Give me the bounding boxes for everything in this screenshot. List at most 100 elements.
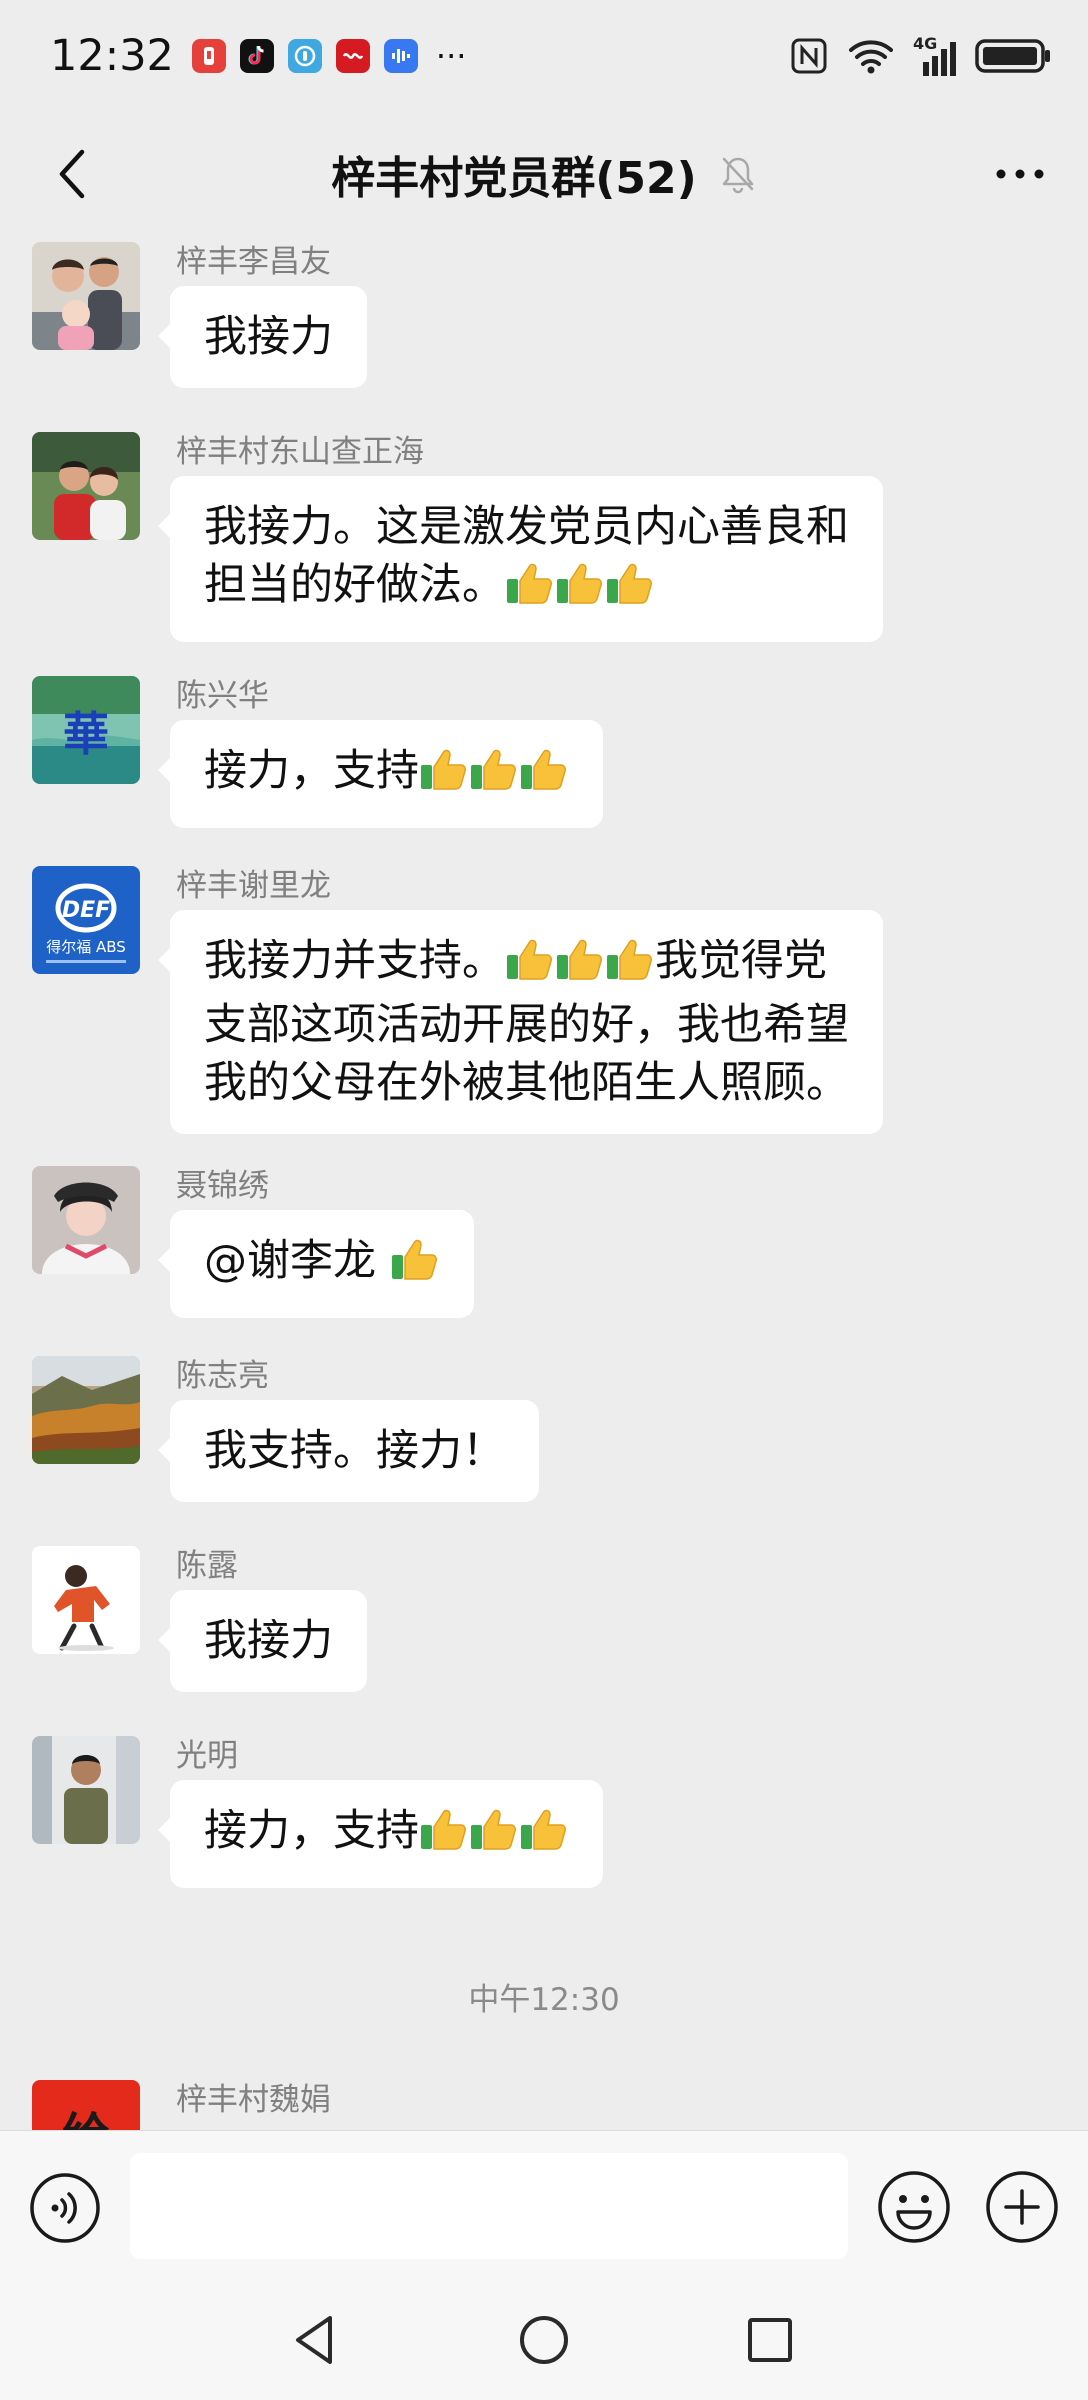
status-bar: 12:32 ··· 4G [0,0,1088,112]
thumbs-up-icon [519,745,569,806]
message-bubble[interactable]: 我接力 [158,286,367,388]
sender-name: 光明 [176,1738,238,1774]
emoji-button[interactable] [876,2169,952,2245]
thumbs-up-icon [390,1235,440,1296]
message-text-line: @谢李龙 [204,1232,440,1296]
more-dots-icon [996,169,1044,179]
circle-home-icon [520,2316,568,2364]
sender-name: 陈志亮 [176,1358,269,1394]
audio-app-icon [383,39,418,73]
thumbs-up-icon [469,1805,519,1866]
avatar-text: 给 [62,2108,110,2130]
message-text: 我接力并支持。 [204,936,505,986]
message-text: 我接力 [204,1616,333,1666]
more-actions-button[interactable] [984,2169,1060,2245]
thumbs-up-icon [605,559,655,620]
notification-red-icon [191,39,226,73]
avatar[interactable]: 给 [32,2080,140,2130]
thumbs-up-icon [505,559,555,620]
sender-name: 聂锦绣 [176,1168,269,1204]
nav-back-button[interactable] [286,2310,346,2370]
nfc-icon [791,38,827,74]
message-bubble[interactable]: 接力，支持 [158,720,603,828]
time-divider: 中午12:30 [468,1982,620,2018]
status-system-icons: 4G [789,34,1052,76]
plus-circle-icon [986,2171,1058,2243]
thumbs-up-icon [555,559,605,620]
more-options-button[interactable] [988,142,1052,206]
news-icon [335,39,370,73]
message-bubble[interactable]: 我接力并支持。 我觉得党 支部这项活动开展的好，我也希望 我的父母在外被其他陌生人… [158,910,883,1134]
message-text-line: 担当的好做法。 [204,556,849,620]
emoji-smile-icon [878,2171,950,2243]
message-text: @谢李龙 [204,1236,390,1286]
signal-4g-icon: 4G [913,34,956,76]
message-text: 我的父母在外被其他陌生人照顾。 [204,1058,849,1108]
tiktok-icon [239,39,274,73]
chat-title: 梓丰村党员群(52) [331,153,697,204]
message-text: 我支持。接力！ [204,1426,505,1476]
header-title-group: 梓丰村党员群(52) [331,142,756,206]
avatar[interactable]: DEF 得尔福 ABS [32,866,140,974]
avatar[interactable]: 華 [32,676,140,784]
thumbs-up-icon [469,745,519,806]
avatar-text: 華 [63,707,109,761]
nav-recents-button[interactable] [740,2310,800,2370]
avatar-brand-text: 得尔福 ABS [46,938,126,956]
sender-name: 梓丰李昌友 [176,244,331,280]
network-label: 4G [913,34,938,53]
system-nav-bar [0,2280,1088,2400]
thumbs-up-icon [419,745,469,806]
message-text: 我接力。这是激发党员内心善良和 [204,502,849,552]
thumbs-up-icon [505,935,555,996]
avatar[interactable] [32,242,140,350]
avatar[interactable] [32,1736,140,1844]
input-bar [0,2130,1088,2280]
avatar[interactable] [32,432,140,540]
message-bubble[interactable]: 我支持。接力！ [158,1400,539,1502]
chevron-left-icon [59,149,85,199]
avatar[interactable] [32,1546,140,1654]
sender-name: 梓丰村东山查正海 [176,434,424,470]
voice-input-button[interactable] [28,2171,102,2245]
browser-icon [287,39,322,73]
sender-name: 陈露 [176,1548,238,1584]
message-text-line: 接力，支持 [204,1802,569,1866]
thumbs-up-icon [519,1805,569,1866]
chat-screen: 12:32 ··· 4G 梓丰村党员群(52) 梓丰李昌友 我接力 梓丰村东山查… [0,0,1088,2400]
message-bubble[interactable]: 我接力。这是激发党员内心善良和 担当的好做法。 [158,476,883,642]
message-text-line: 我接力并支持。 我觉得党 [204,932,849,996]
message-input[interactable] [130,2153,848,2259]
thumbs-up-icon [419,1805,469,1866]
message-text-line: 接力，支持 [204,742,569,806]
battery-icon [975,39,1050,73]
wifi-icon [849,40,893,74]
message-bubble[interactable]: 我接力 [158,1590,367,1692]
sender-name: 梓丰谢里龙 [176,868,331,904]
thumbs-up-icon [555,935,605,996]
status-time: 12:32 [50,31,174,81]
chat-header: 梓丰村党员群(52) [0,112,1088,236]
back-button[interactable] [40,142,104,206]
message-text: 我接力 [204,312,333,362]
mute-bell-icon [722,157,753,194]
message-bubble[interactable]: @谢李龙 [158,1210,474,1318]
message-list[interactable]: 梓丰李昌友 我接力 梓丰村东山查正海 我接力。这是激发党员内心善良和 担当的好做… [0,236,1088,2130]
avatar[interactable] [32,1356,140,1464]
voice-icon [30,2173,100,2243]
message-text: 接力，支持 [204,746,419,796]
message-text: 我觉得党 [655,936,827,986]
message-text: 担当的好做法。 [204,560,505,610]
triangle-back-icon [296,2316,332,2364]
nav-home-button[interactable] [514,2310,574,2370]
avatar-logo-text: DEF [62,898,110,923]
thumbs-up-icon [605,935,655,996]
sender-name: 陈兴华 [176,678,269,714]
square-recents-icon [748,2318,792,2362]
avatar[interactable] [32,1166,140,1274]
message-text: 接力，支持 [204,1806,419,1856]
message-bubble[interactable]: 接力，支持 [158,1780,603,1888]
message-text: 支部这项活动开展的好，我也希望 [204,1000,849,1050]
sender-name: 梓丰村魏娟 [176,2082,331,2118]
status-notification-icons: ··· [191,37,466,75]
